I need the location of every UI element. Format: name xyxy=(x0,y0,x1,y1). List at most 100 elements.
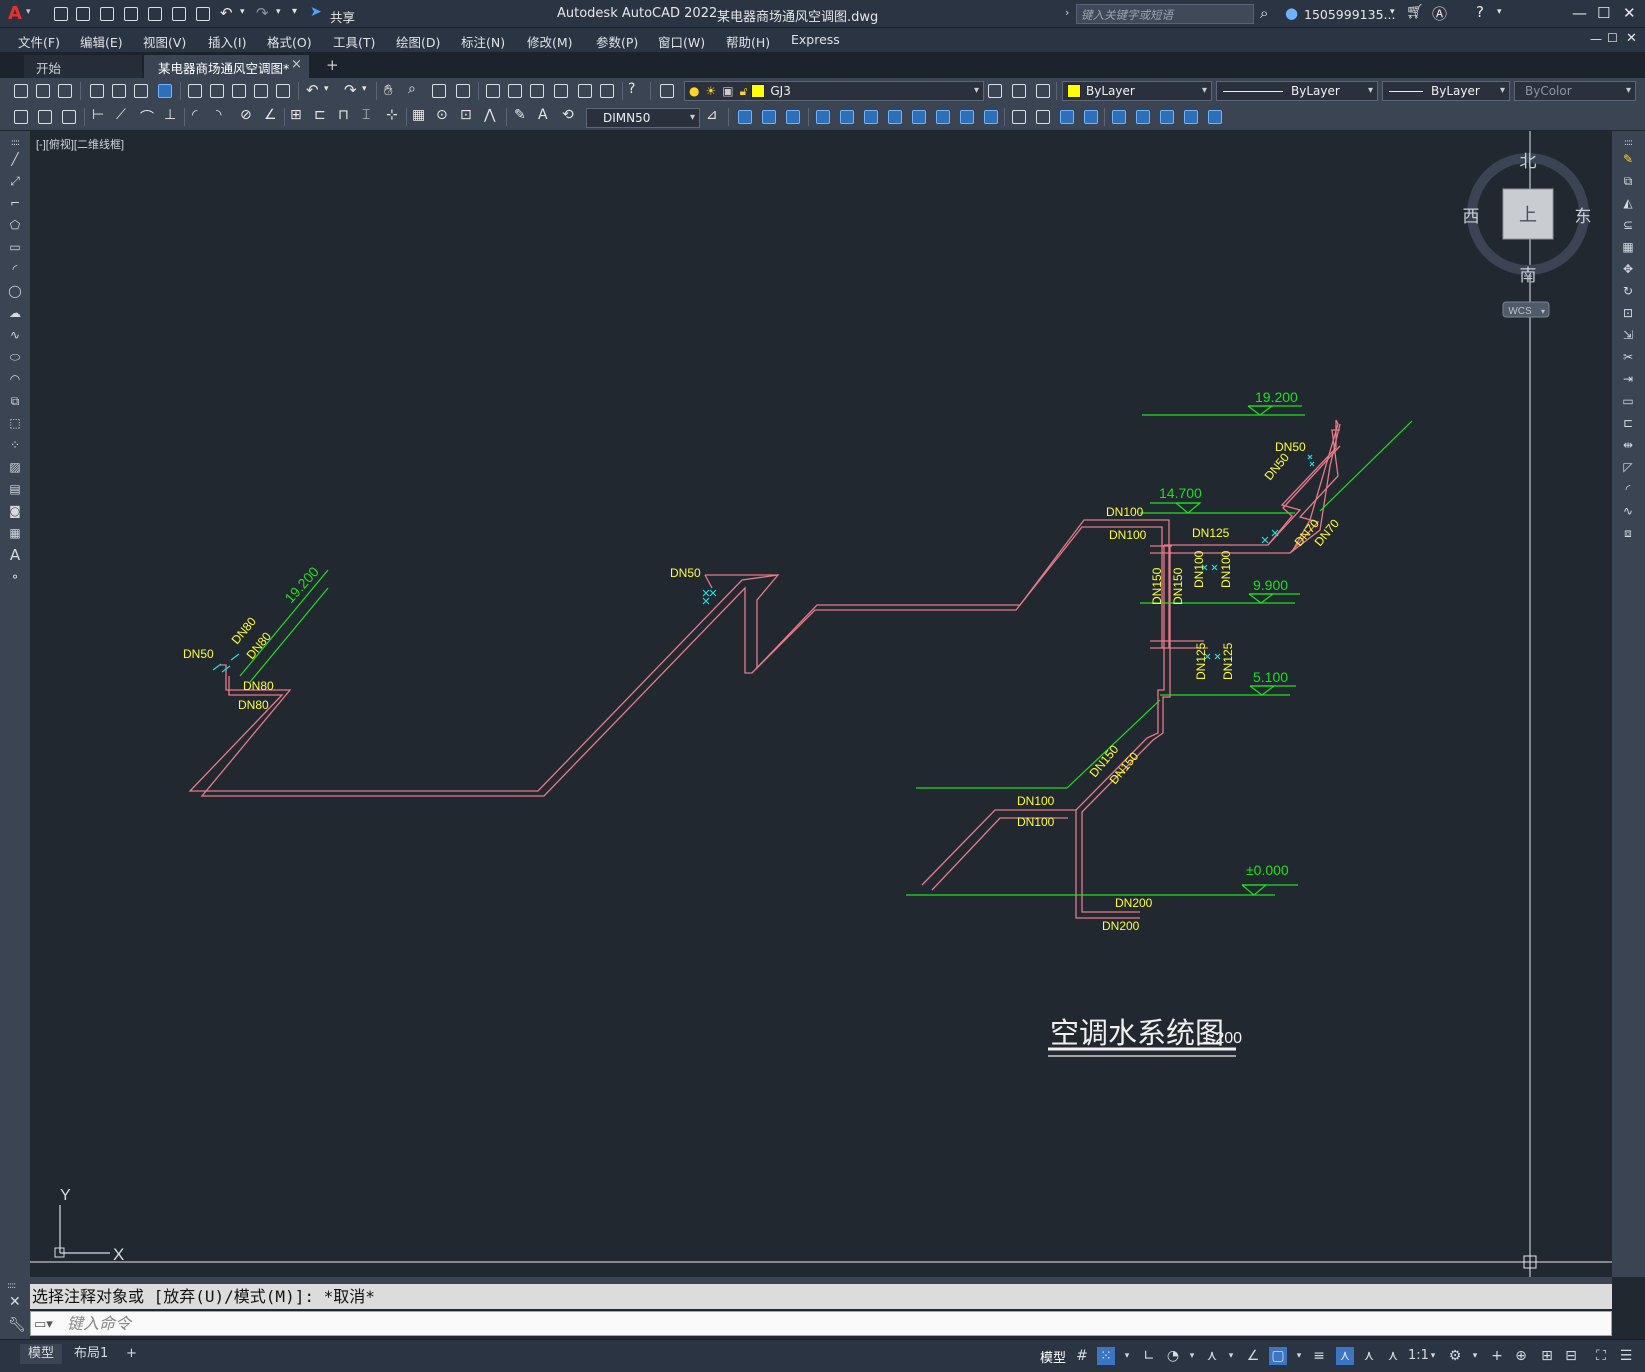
quick-dim-icon[interactable]: ⊞ xyxy=(290,107,302,123)
cart-icon[interactable]: 🛒︎ xyxy=(1406,4,1424,20)
doc-restore-button[interactable]: ☐ xyxy=(1607,31,1618,45)
table-icon[interactable]: ▦ xyxy=(7,525,23,541)
minimize-button[interactable]: — xyxy=(1572,4,1587,22)
search-box[interactable]: 键入关键字或短语 xyxy=(1076,4,1254,24)
redo-icon[interactable]: ↷ xyxy=(256,4,269,22)
chamfer-icon[interactable]: ◸ xyxy=(1620,459,1636,475)
units-icon[interactable]: ⊕ xyxy=(1512,1347,1530,1365)
annotation-monitor-icon[interactable]: + xyxy=(1488,1347,1506,1365)
copy-object-icon[interactable]: ⧉ xyxy=(1620,173,1636,189)
model-space-toggle[interactable]: 模型 xyxy=(1040,1347,1066,1366)
close-button[interactable]: ✕ xyxy=(1623,4,1636,22)
region-icon[interactable]: ◙ xyxy=(7,503,23,519)
copy-faces-icon[interactable] xyxy=(958,108,976,126)
blend-curves-icon[interactable]: ∿ xyxy=(1620,503,1636,519)
autocad-logo-icon[interactable]: A xyxy=(8,3,22,24)
shell-icon[interactable] xyxy=(1082,108,1100,126)
tab-layout1[interactable]: 布局1 xyxy=(66,1344,116,1364)
lock-ui-icon[interactable]: ⊟ xyxy=(1562,1347,1580,1365)
layer-dropdown[interactable]: ● ☀︎ ▣ 🔓︎ GJ3 ▾ xyxy=(684,81,984,101)
user-name[interactable]: 1505999135... xyxy=(1304,7,1395,22)
zoom-previous-icon[interactable] xyxy=(454,82,472,100)
slice-icon[interactable] xyxy=(1158,108,1176,126)
viewcube-south[interactable]: 南 xyxy=(1520,266,1537,285)
dim-diameter-icon[interactable]: ⊘ xyxy=(240,107,252,123)
command-grip-icon[interactable]: :::: xyxy=(7,1281,16,1291)
arc-icon[interactable]: ◜ xyxy=(7,261,23,277)
break-icon[interactable]: ⊏ xyxy=(1620,415,1636,431)
plot-preview-icon[interactable] xyxy=(110,82,128,100)
menu-window[interactable]: 窗口(W) xyxy=(658,32,705,51)
mtext-icon[interactable]: A xyxy=(7,546,23,564)
rotate-faces-icon[interactable] xyxy=(910,108,928,126)
layer-previous-icon[interactable] xyxy=(1010,82,1028,100)
solid-subtract-icon[interactable] xyxy=(784,108,802,126)
zoom-window-icon[interactable] xyxy=(430,82,448,100)
share-icon[interactable]: ➤ xyxy=(310,4,322,20)
object-snap-tracking-icon[interactable]: ∠ xyxy=(1244,1347,1262,1365)
menu-draw[interactable]: 绘图(D) xyxy=(396,32,440,51)
toolbar-redo-dropdown-icon[interactable]: ▾ xyxy=(362,84,367,94)
zoom-realtime-icon[interactable]: ⌕ xyxy=(408,81,416,97)
color-faces-icon[interactable] xyxy=(982,108,1000,126)
dim-continue-icon[interactable]: ⊓ xyxy=(338,107,349,123)
viewcube-north[interactable]: 北 xyxy=(1520,152,1537,171)
publish-icon[interactable] xyxy=(132,82,150,100)
ellipse-icon[interactable]: ⬭ xyxy=(7,349,23,365)
viewcube-west[interactable]: 西 xyxy=(1463,207,1480,226)
interfere-icon[interactable] xyxy=(1206,108,1224,126)
menu-help[interactable]: 帮助(H) xyxy=(726,32,770,51)
plotstyle-dropdown[interactable]: ByColor ▾ xyxy=(1514,81,1636,101)
dim-angular-icon[interactable]: ∠ xyxy=(264,107,277,123)
share-button[interactable]: 共享 xyxy=(330,7,355,26)
isodraft-dropdown-icon[interactable]: ▾ xyxy=(1222,1347,1240,1365)
clean-screen-icon[interactable]: ⛶ xyxy=(1592,1347,1610,1365)
object-snap-icon[interactable]: ▢ xyxy=(1269,1347,1287,1365)
polygon-icon[interactable]: ⬠ xyxy=(7,217,23,233)
tool-palettes-icon[interactable] xyxy=(528,82,546,100)
block-editor-icon[interactable] xyxy=(274,82,292,100)
solid-union-icon[interactable] xyxy=(760,108,778,126)
menu-view[interactable]: 视图(V) xyxy=(143,32,186,51)
copy-icon[interactable] xyxy=(208,82,226,100)
command-recent-icon[interactable]: ▭▾ xyxy=(34,1313,53,1336)
undo-dropdown-icon[interactable]: ▾ xyxy=(240,7,245,17)
user-dropdown-icon[interactable]: ▾ xyxy=(1390,7,1395,17)
dim-linear-icon[interactable]: ⊢ xyxy=(92,107,104,123)
circle-icon[interactable]: ◯ xyxy=(7,283,23,299)
linetype-dropdown[interactable]: ByLayer ▾ xyxy=(1216,81,1378,101)
move-icon[interactable]: ✥ xyxy=(1620,261,1636,277)
rectangle-icon[interactable]: ▭ xyxy=(7,239,23,255)
drawing-canvas[interactable]: [-][俯视][二维线框] 上 北 南 西 东 WCS ▾ Y X 19.200… xyxy=(30,131,1612,1277)
qsave-icon[interactable] xyxy=(98,5,116,23)
customization-menu-icon[interactable]: ☰ xyxy=(1617,1347,1635,1365)
dimstyle-manager-icon[interactable]: ⊿ xyxy=(706,107,718,123)
add-layout-button[interactable]: + xyxy=(118,1344,145,1364)
thicken-icon[interactable] xyxy=(1182,108,1200,126)
design-center-icon[interactable] xyxy=(506,82,524,100)
stretch-icon[interactable]: ⇲ xyxy=(1620,327,1636,343)
extract-edges-icon[interactable] xyxy=(1134,108,1152,126)
dim-space-icon[interactable]: ⌶ xyxy=(362,107,370,123)
toolbar-redo-icon[interactable]: ↷ xyxy=(344,81,357,99)
tab-drawing[interactable]: 某电器商场通风空调图* × xyxy=(144,55,309,78)
object-snap-dropdown-icon[interactable]: ▾ xyxy=(1290,1347,1308,1365)
annotation-visibility-icon[interactable]: ⋏ xyxy=(1336,1347,1354,1365)
doc-close-button[interactable]: ✕ xyxy=(1626,31,1637,46)
erase-icon[interactable]: ✎ xyxy=(1620,151,1636,167)
dim-arc-icon[interactable]: ⌒ xyxy=(140,107,154,127)
fillet-icon[interactable]: ◜ xyxy=(1620,481,1636,497)
dimtedit-icon[interactable]: A xyxy=(538,107,548,123)
layer-thaw-icon[interactable]: ☀︎ xyxy=(705,84,716,98)
taper-faces-icon[interactable] xyxy=(934,108,952,126)
dim-aligned-icon[interactable]: ⟋ xyxy=(116,107,126,123)
ortho-icon[interactable]: ∟ xyxy=(1140,1347,1158,1365)
3d-print-icon[interactable] xyxy=(156,82,174,100)
dim-baseline-icon[interactable]: ⊏ xyxy=(314,107,326,123)
menu-parametric[interactable]: 参数(P) xyxy=(596,32,638,51)
extend-icon[interactable]: ⇥ xyxy=(1620,371,1636,387)
match-properties-icon[interactable] xyxy=(252,82,270,100)
snap-icon[interactable]: ⁙ xyxy=(1097,1347,1115,1365)
explode-icon[interactable]: ⧈ xyxy=(1620,525,1636,541)
menu-edit[interactable]: 编辑(E) xyxy=(80,32,123,51)
